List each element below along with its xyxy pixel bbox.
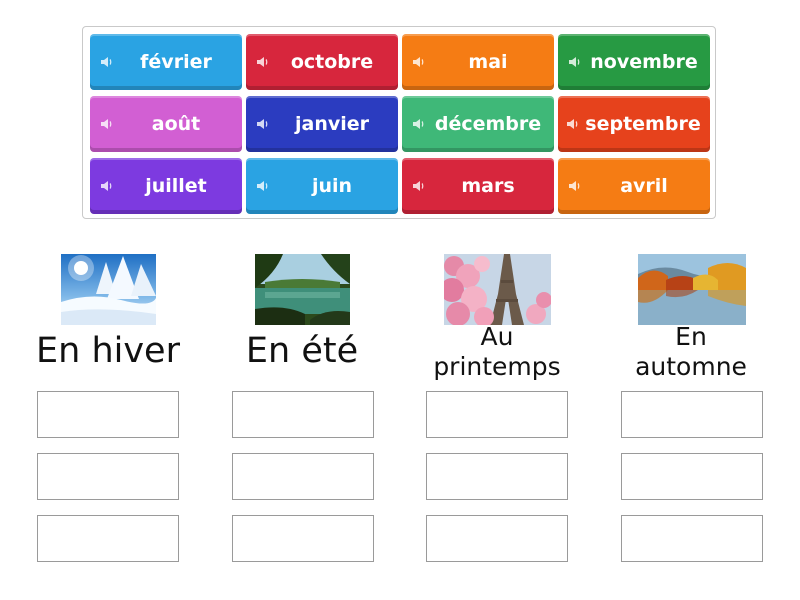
column-title-autumn: En automne xyxy=(605,322,777,382)
tile-label: mai xyxy=(468,51,508,73)
drop-zone-summer-1[interactable] xyxy=(232,391,374,438)
tile-novembre[interactable]: novembre xyxy=(558,34,710,90)
tile-mars[interactable]: mars xyxy=(402,158,554,214)
speaker-icon[interactable] xyxy=(566,117,580,131)
tile-octobre[interactable]: octobre xyxy=(246,34,398,90)
drop-zone-winter-2[interactable] xyxy=(37,453,179,500)
column-title-winter: En hiver xyxy=(36,331,180,371)
tile-septembre[interactable]: septembre xyxy=(558,96,710,152)
drop-zone-autumn-2[interactable] xyxy=(621,453,763,500)
drop-zone-winter-3[interactable] xyxy=(37,515,179,562)
tile-label: juillet xyxy=(145,175,207,197)
column-title-autumn-line2: automne xyxy=(635,352,747,381)
drop-zone-winter-1[interactable] xyxy=(37,391,179,438)
tile-label: février xyxy=(140,51,212,73)
tile-juillet[interactable]: juillet xyxy=(90,158,242,214)
tile-label: novembre xyxy=(590,51,698,73)
column-title-spring-line1: Au xyxy=(480,322,514,351)
tile-label: août xyxy=(151,113,201,135)
tile-label: mars xyxy=(461,175,515,197)
column-title-spring: Au printemps xyxy=(411,322,583,382)
speaker-icon[interactable] xyxy=(100,117,114,131)
column-title-autumn-line1: En xyxy=(675,322,707,351)
speaker-icon[interactable] xyxy=(100,179,114,193)
speaker-icon[interactable] xyxy=(412,55,426,69)
tile-fevrier[interactable]: février xyxy=(90,34,242,90)
summer-lake-forest-image xyxy=(255,254,350,325)
drop-zone-autumn-1[interactable] xyxy=(621,391,763,438)
tile-decembre[interactable]: décembre xyxy=(402,96,554,152)
column-title-spring-line2: printemps xyxy=(433,352,561,381)
tile-label: janvier xyxy=(294,113,369,135)
tile-label: décembre xyxy=(434,113,542,135)
tile-janvier[interactable]: janvier xyxy=(246,96,398,152)
speaker-icon[interactable] xyxy=(568,179,582,193)
speaker-icon[interactable] xyxy=(256,117,270,131)
tile-juin[interactable]: juin xyxy=(246,158,398,214)
speaker-icon[interactable] xyxy=(100,55,114,69)
tile-label: septembre xyxy=(585,113,701,135)
tile-mai[interactable]: mai xyxy=(402,34,554,90)
drop-zone-summer-2[interactable] xyxy=(232,453,374,500)
speaker-icon[interactable] xyxy=(412,179,426,193)
word-bank: février octobre mai novembre août janvie… xyxy=(82,26,716,219)
drop-zone-spring-3[interactable] xyxy=(426,515,568,562)
column-title-summer: En été xyxy=(245,331,359,371)
winter-snow-trees-image xyxy=(61,254,156,325)
spring-blossom-eiffel-image xyxy=(444,254,551,325)
autumn-lake-trees-image xyxy=(638,254,746,325)
drop-zone-spring-1[interactable] xyxy=(426,391,568,438)
speaker-icon[interactable] xyxy=(256,55,270,69)
drop-zone-summer-3[interactable] xyxy=(232,515,374,562)
speaker-icon[interactable] xyxy=(568,55,582,69)
speaker-icon[interactable] xyxy=(412,117,426,131)
tile-label: juin xyxy=(311,175,353,197)
drop-zone-spring-2[interactable] xyxy=(426,453,568,500)
drop-zone-autumn-3[interactable] xyxy=(621,515,763,562)
tile-label: avril xyxy=(620,175,668,197)
tile-aout[interactable]: août xyxy=(90,96,242,152)
tile-avril[interactable]: avril xyxy=(558,158,710,214)
tile-label: octobre xyxy=(290,51,374,73)
speaker-icon[interactable] xyxy=(256,179,270,193)
